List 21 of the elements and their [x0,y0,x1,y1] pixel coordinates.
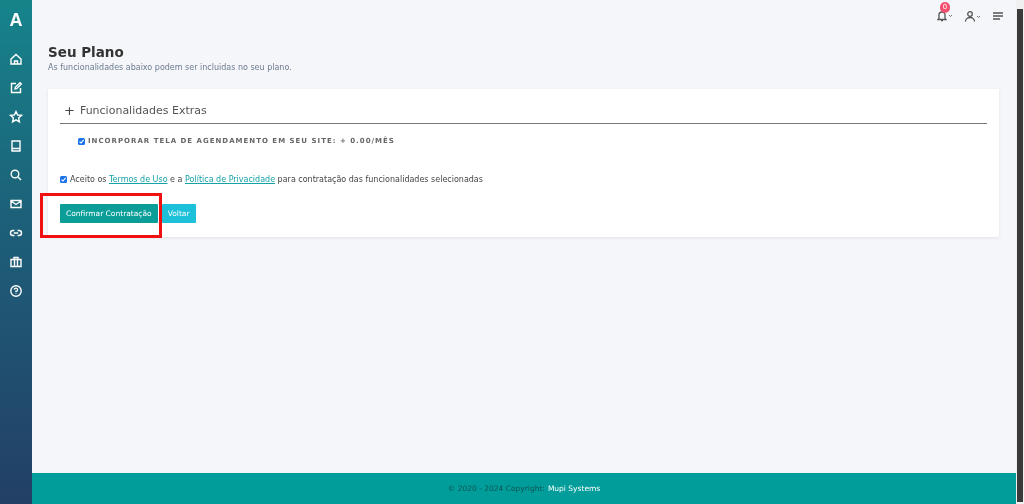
terms-link[interactable]: Política de Privacidade [185,175,276,184]
pencil-square-icon[interactable] [9,80,23,95]
plus-icon[interactable]: + [64,103,75,118]
page-title: Seu Plano [48,44,125,60]
briefcase-icon[interactable] [9,254,23,269]
page-subtitle: As funcionalidades abaixo podem ser incluidas no seu plano. [48,63,293,72]
terms-text: Aceito os Termos de Uso e a Política de Privacidade para contratação das funcionalidades selecionadas [70,175,483,184]
search-icon[interactable] [9,167,23,182]
checkbox[interactable] [60,176,67,183]
terms-link[interactable]: Termos de Uso [109,175,168,184]
checkbox[interactable] [78,137,85,145]
section-title[interactable]: Funcionalidades Extras [79,104,207,117]
scrollbar-thumb[interactable] [1017,9,1023,502]
home-icon[interactable] [9,51,23,66]
menu-icon[interactable] [992,10,1004,22]
help-icon[interactable] [9,283,23,298]
logo[interactable]: A [9,10,23,30]
bell-icon[interactable] [936,10,954,22]
user-icon[interactable] [964,10,982,22]
star-icon[interactable] [9,109,23,124]
book-icon[interactable] [9,138,23,153]
